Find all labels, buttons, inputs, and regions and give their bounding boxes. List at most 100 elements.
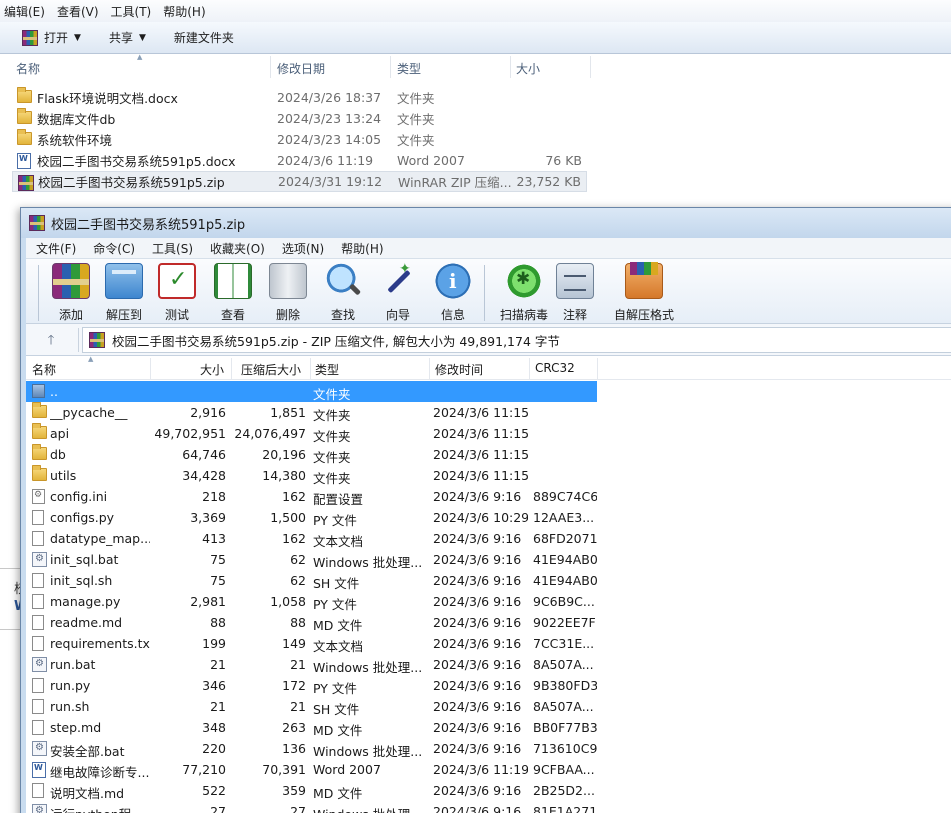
list-row-selected[interactable]: .. 文件夹 — [26, 381, 951, 402]
open-button[interactable]: 打开 ▼ — [22, 29, 81, 46]
entry-size: 75 — [210, 552, 226, 567]
open-label: 打开 — [44, 31, 69, 45]
file-row-selected[interactable]: 校园二手图书交易系统591p5.zip 2024/3/31 19:12 WinR… — [12, 171, 587, 192]
list-row[interactable]: step.md 348 263 MD 文件 2024/3/6 9:16 BB0F… — [26, 717, 951, 738]
archive-path-field[interactable]: 校园二手图书交易系统591p5.zip - ZIP 压缩文件, 解包大小为 49… — [82, 327, 951, 353]
column-divider[interactable] — [510, 56, 511, 78]
entry-size: 77,210 — [182, 762, 226, 777]
menu-help[interactable]: 帮助(H) — [159, 3, 213, 20]
new-folder-label: 新建文件夹 — [173, 31, 234, 45]
menu-options[interactable]: 选项(N) — [272, 240, 331, 257]
list-row[interactable]: 安装全部.bat 220 136 Windows 批处理... 2024/3/6… — [26, 738, 951, 759]
menu-file[interactable]: 文件(F) — [26, 240, 83, 257]
entry-type: SH 文件 — [313, 702, 360, 717]
column-modified[interactable]: 修改日期 — [277, 60, 325, 77]
sfx-button[interactable]: 自解压格式 — [603, 262, 685, 323]
list-row[interactable]: init_sql.sh 75 62 SH 文件 2024/3/6 9:16 41… — [26, 570, 951, 591]
column-type[interactable]: 类型 — [315, 361, 339, 378]
up-arrow-icon[interactable]: 🡑 — [36, 331, 66, 351]
file-row[interactable]: 数据库文件db 2024/3/23 13:24 文件夹 — [12, 108, 587, 129]
find-button[interactable]: 查找 — [315, 263, 371, 323]
list-row[interactable]: run.py 346 172 PY 文件 2024/3/6 9:16 9B380… — [26, 675, 951, 696]
file-name: 数据库文件db — [37, 112, 116, 127]
folder-icon — [32, 402, 47, 421]
column-divider[interactable] — [529, 358, 530, 380]
list-row[interactable]: 运行python程... 27 27 Windows 批处理... 2024/3… — [26, 801, 951, 813]
file-row[interactable]: 校园二手图书交易系统591p5.docx 2024/3/6 11:19 Word… — [12, 150, 587, 171]
title-bar[interactable]: 校园二手图书交易系统591p5.zip — [21, 208, 951, 238]
list-row[interactable]: readme.md 88 88 MD 文件 2024/3/6 9:16 9022… — [26, 612, 951, 633]
menu-help[interactable]: 帮助(H) — [331, 240, 390, 257]
file-icon — [32, 573, 44, 591]
archive-file-list[interactable]: ▲ 名称 大小 压缩后大小 类型 修改时间 CRC32 .. 文件夹 __pyc… — [26, 356, 951, 813]
column-size[interactable]: 大小 — [516, 60, 540, 77]
list-row[interactable]: __pycache__ 2,916 1,851 文件夹 2024/3/6 11:… — [26, 402, 951, 423]
file-row[interactable]: Flask环境说明文档.docx 2024/3/26 18:37 文件夹 — [12, 87, 587, 108]
column-divider[interactable] — [597, 358, 598, 380]
entry-size: 88 — [210, 615, 226, 630]
column-divider[interactable] — [231, 358, 232, 380]
extract-to-button[interactable]: 解压到 — [96, 263, 152, 323]
new-folder-button[interactable]: 新建文件夹 — [174, 29, 234, 46]
comment-button[interactable]: 注释 — [547, 263, 603, 323]
list-row[interactable]: init_sql.bat 75 62 Windows 批处理... 2024/3… — [26, 549, 951, 570]
column-divider[interactable] — [590, 56, 591, 78]
column-size[interactable]: 大小 — [200, 361, 224, 378]
list-row[interactable]: configs.py 3,369 1,500 PY 文件 2024/3/6 10… — [26, 507, 951, 528]
file-row[interactable]: 系统软件环境 2024/3/23 14:05 文件夹 — [12, 129, 587, 150]
entry-packed: 21 — [290, 657, 306, 672]
entry-size: 34,428 — [182, 468, 226, 483]
list-row[interactable]: db 64,746 20,196 文件夹 2024/3/6 11:15 — [26, 444, 951, 465]
delete-button[interactable]: 删除 — [260, 263, 316, 323]
column-divider[interactable] — [390, 56, 391, 78]
entry-modified: 2024/3/6 9:16 — [433, 552, 522, 567]
add-button[interactable]: 添加 — [43, 263, 99, 323]
list-row[interactable]: config.ini 218 162 配置设置 2024/3/6 9:16 88… — [26, 486, 951, 507]
list-row[interactable]: datatype_map.... 413 162 文本文档 2024/3/6 9… — [26, 528, 951, 549]
entry-modified: 2024/3/6 9:16 — [433, 741, 522, 756]
sort-arrow-icon: ▲ — [88, 356, 94, 363]
test-button[interactable]: 测试 — [149, 263, 205, 323]
entry-modified: 2024/3/6 9:16 — [433, 531, 522, 546]
list-row[interactable]: requirements.txt 199 149 文本文档 2024/3/6 9… — [26, 633, 951, 654]
column-divider[interactable] — [429, 358, 430, 380]
column-type[interactable]: 类型 — [397, 60, 421, 77]
list-row[interactable]: api 49,702,951 24,076,497 文件夹 2024/3/6 1… — [26, 423, 951, 444]
menu-favorites[interactable]: 收藏夹(O) — [200, 240, 272, 257]
menu-edit[interactable]: 编辑(E) — [0, 3, 53, 20]
menu-commands[interactable]: 命令(C) — [83, 240, 142, 257]
entry-size: 27 — [210, 804, 226, 813]
column-packed[interactable]: 压缩后大小 — [241, 361, 301, 378]
list-row[interactable]: 说明文档.md 522 359 MD 文件 2024/3/6 9:16 2B25… — [26, 780, 951, 801]
list-row[interactable]: utils 34,428 14,380 文件夹 2024/3/6 11:15 — [26, 465, 951, 486]
explorer-column-header: 名称 修改日期 类型 大小 — [0, 54, 951, 80]
menu-tools[interactable]: 工具(S) — [142, 240, 200, 257]
address-bar: 🡑 校园二手图书交易系统591p5.zip - ZIP 压缩文件, 解包大小为 … — [26, 324, 951, 356]
entry-name: manage.py — [50, 594, 121, 609]
entry-crc: 8A507A... — [533, 699, 594, 714]
view-button[interactable]: 查看 — [205, 263, 261, 323]
column-divider[interactable] — [310, 358, 311, 380]
entry-crc: BB0F77B3 — [533, 720, 597, 735]
column-name[interactable]: 名称 — [16, 60, 40, 77]
column-crc[interactable]: CRC32 — [535, 361, 575, 375]
entry-packed: 1,851 — [270, 405, 306, 420]
share-button[interactable]: 共享 ▼ — [109, 29, 146, 46]
list-row[interactable]: run.bat 21 21 Windows 批处理... 2024/3/6 9:… — [26, 654, 951, 675]
wizard-button[interactable]: 向导 — [370, 261, 426, 323]
menu-tools[interactable]: 工具(T) — [107, 3, 160, 20]
column-divider[interactable] — [270, 56, 271, 78]
info-button[interactable]: 信息 — [425, 263, 481, 323]
entry-packed: 24,076,497 — [234, 426, 306, 441]
entry-type: 配置设置 — [313, 492, 364, 507]
entry-packed: 359 — [282, 783, 306, 798]
file-size: 23,752 KB — [516, 174, 581, 189]
list-row[interactable]: run.sh 21 21 SH 文件 2024/3/6 9:16 8A507A.… — [26, 696, 951, 717]
entry-name: 运行python程... — [50, 804, 150, 813]
menu-view[interactable]: 查看(V) — [53, 3, 107, 20]
column-modified[interactable]: 修改时间 — [435, 361, 483, 378]
list-row[interactable]: 继电故障诊断专... 77,210 70,391 Word 2007 2024/… — [26, 759, 951, 780]
column-divider[interactable] — [150, 358, 151, 380]
column-name[interactable]: 名称 — [32, 361, 56, 378]
list-row[interactable]: manage.py 2,981 1,058 PY 文件 2024/3/6 9:1… — [26, 591, 951, 612]
